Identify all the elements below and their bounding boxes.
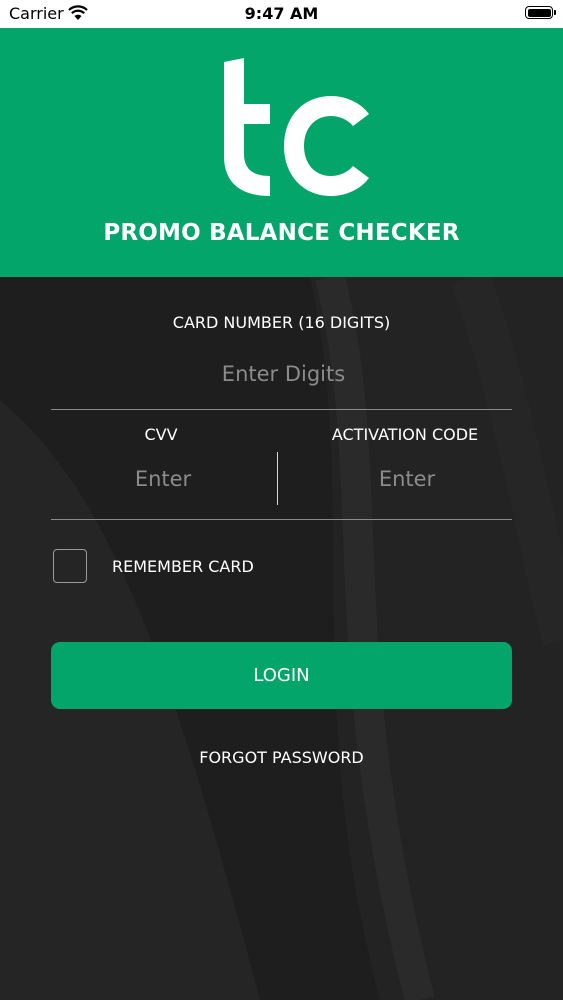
field-separator (277, 452, 278, 505)
clock: 9:47 AM (244, 4, 319, 23)
card-number-label: CARD NUMBER (16 DIGITS) (172, 313, 391, 332)
app-title: PROMO BALANCE CHECKER (103, 220, 460, 246)
divider (51, 409, 512, 410)
login-button[interactable]: LOGIN (51, 642, 512, 709)
activation-code-input[interactable] (305, 461, 509, 497)
cvv-input[interactable] (61, 461, 265, 497)
header-banner: PROMO BALANCE CHECKER (0, 28, 563, 277)
divider (51, 519, 512, 520)
tc-logo (224, 58, 369, 196)
battery-icon (525, 6, 556, 19)
remember-card-label[interactable]: REMEMBER CARD (112, 557, 254, 576)
forgot-password-link[interactable]: FORGOT PASSWORD (0, 748, 563, 767)
card-number-input[interactable] (51, 355, 516, 393)
status-bar: Carrier 9:47 AM (0, 0, 563, 28)
cvv-label: CVV (144, 425, 178, 444)
remember-card-checkbox[interactable] (53, 549, 87, 583)
activation-code-label: ACTIVATION CODE (331, 425, 479, 444)
